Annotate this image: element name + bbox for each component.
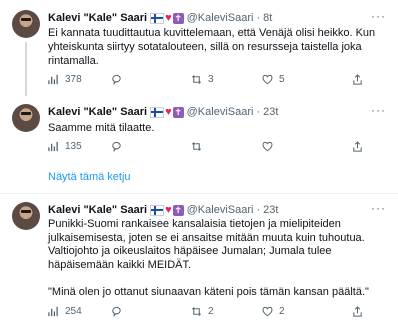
more-dots-icon[interactable]: ··· [371, 201, 386, 215]
like-button[interactable]: 5 [262, 74, 285, 85]
views-count: 135 [65, 141, 82, 152]
like-icon [262, 74, 273, 85]
tweet-3[interactable]: Kalevi "Kale" Saari ♥ ✝ @KaleviSaari · 2… [0, 194, 398, 331]
user-handle[interactable]: @KaleviSaari [187, 203, 254, 217]
share-button[interactable] [352, 306, 363, 317]
like-icon [262, 306, 273, 317]
reply-button[interactable] [111, 306, 128, 317]
tweet-actions: 135 [48, 141, 378, 155]
retweet-button[interactable] [191, 141, 208, 152]
tweet-2[interactable]: Kalevi "Kale" Saari ♥ ✝ @KaleviSaari · 2… [0, 96, 398, 192]
tweet-1[interactable]: Kalevi "Kale" Saari ♥ ✝ @KaleviSaari · 8… [0, 0, 398, 96]
views-count: 254 [65, 306, 82, 317]
share-icon [353, 74, 362, 85]
more-dots-icon[interactable]: ··· [371, 9, 386, 23]
finland-flag-icon [150, 204, 165, 216]
like-button[interactable]: 2 [262, 306, 285, 317]
name-emojis: ♥ ✝ [150, 105, 184, 118]
share-button[interactable] [352, 74, 363, 85]
tweet-actions: 254 2 2 [48, 306, 378, 320]
retweet-icon [192, 307, 201, 316]
user-handle[interactable]: @KaleviSaari [187, 105, 254, 119]
reply-button[interactable] [111, 74, 128, 85]
like-button[interactable] [262, 141, 279, 152]
finland-flag-icon [150, 12, 165, 24]
cross-icon: ✝ [172, 204, 184, 216]
retweet-button[interactable]: 3 [191, 74, 214, 85]
name-emojis: ♥ ✝ [150, 203, 184, 216]
display-name[interactable]: Kalevi "Kale" Saari [48, 203, 147, 217]
retweet-button[interactable]: 2 [191, 306, 214, 317]
heart-icon: ♥ [165, 105, 172, 118]
like-icon [262, 141, 273, 152]
timestamp[interactable]: 23t [263, 105, 278, 119]
name-emojis: ♥ ✝ [150, 11, 184, 24]
retweet-count: 2 [208, 306, 214, 317]
thread-line [25, 42, 27, 96]
like-count: 5 [279, 74, 285, 85]
separator-dot: · [256, 106, 261, 118]
avatar[interactable] [12, 104, 40, 132]
heart-icon: ♥ [165, 11, 172, 24]
separator-dot: · [256, 204, 261, 216]
tweet-text: Saamme mitä tilaatte. [48, 122, 155, 134]
views-button[interactable]: 378 [48, 74, 82, 85]
reply-icon [112, 74, 121, 85]
retweet-icon [192, 142, 201, 151]
user-handle[interactable]: @KaleviSaari [187, 11, 254, 25]
display-name[interactable]: Kalevi "Kale" Saari [48, 105, 147, 119]
tweet-header: Kalevi "Kale" Saari ♥ ✝ @KaleviSaari · 8… [48, 11, 272, 25]
tweet-header: Kalevi "Kale" Saari ♥ ✝ @KaleviSaari · 2… [48, 203, 278, 217]
retweet-icon [192, 75, 201, 84]
avatar[interactable] [12, 10, 40, 38]
cross-icon: ✝ [172, 12, 184, 24]
tweet-text: Punikki-Suomi rankaisee kansalaisia tiet… [48, 218, 369, 298]
cross-icon: ✝ [172, 106, 184, 118]
share-icon [353, 306, 362, 317]
finland-flag-icon [150, 106, 165, 118]
retweet-count: 3 [208, 74, 214, 85]
reply-button[interactable] [111, 141, 128, 152]
display-name[interactable]: Kalevi "Kale" Saari [48, 11, 147, 25]
reply-icon [112, 306, 121, 317]
avatar[interactable] [12, 202, 40, 230]
views-button[interactable]: 135 [48, 141, 82, 152]
tweet-actions: 378 3 5 [48, 74, 378, 88]
views-icon [48, 306, 58, 317]
views-count: 378 [65, 74, 82, 85]
heart-icon: ♥ [165, 203, 172, 216]
reply-icon [112, 141, 121, 152]
share-icon [353, 141, 362, 152]
timestamp[interactable]: 8t [263, 11, 272, 25]
like-count: 2 [279, 306, 285, 317]
views-button[interactable]: 254 [48, 306, 82, 317]
tweet-text: Ei kannata tuudittautua kuvittelemaan, e… [48, 27, 376, 67]
more-dots-icon[interactable]: ··· [371, 103, 386, 117]
show-thread-link[interactable]: Näytä tämä ketju [48, 171, 131, 183]
tweet-header: Kalevi "Kale" Saari ♥ ✝ @KaleviSaari · 2… [48, 105, 278, 119]
views-icon [48, 141, 58, 152]
views-icon [48, 74, 58, 85]
separator-dot: · [256, 12, 261, 24]
timestamp[interactable]: 23t [263, 203, 278, 217]
share-button[interactable] [352, 141, 363, 152]
